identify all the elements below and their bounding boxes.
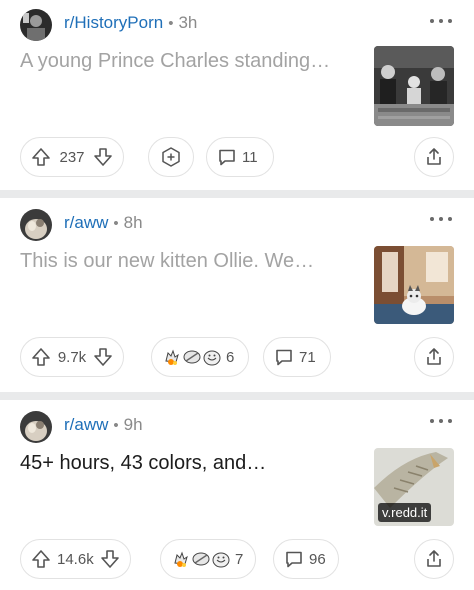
post-card[interactable]: r/aww • 9h 45+ hours, 43 colors, and… v.…: [0, 400, 474, 590]
upvote-icon[interactable]: [31, 549, 51, 569]
post-meta: r/aww • 9h: [64, 412, 143, 438]
post-title[interactable]: 45+ hours, 43 colors, and…: [20, 450, 266, 476]
more-options-icon[interactable]: [430, 16, 452, 26]
vote-count: 237: [59, 148, 85, 166]
post-meta: r/aww • 8h: [64, 210, 143, 236]
downvote-icon[interactable]: [93, 147, 113, 167]
post-thumbnail[interactable]: [374, 246, 454, 324]
subreddit-link[interactable]: r/aww: [64, 213, 108, 233]
more-options-icon[interactable]: [430, 416, 452, 426]
upvote-icon[interactable]: [31, 147, 51, 167]
meta-separator: •: [168, 14, 174, 32]
share-icon: [427, 148, 441, 165]
meta-separator: •: [113, 416, 119, 434]
award-icons: [162, 347, 222, 367]
post-age: 9h: [123, 415, 143, 434]
subreddit-avatar[interactable]: [20, 9, 52, 41]
awards-button[interactable]: 6: [151, 337, 249, 377]
share-button[interactable]: [414, 539, 454, 579]
comment-icon: [276, 349, 292, 366]
comment-count: 96: [309, 550, 326, 568]
post-divider: [0, 190, 474, 198]
post-age: 8h: [123, 213, 143, 232]
meta-separator: •: [113, 214, 119, 232]
post-thumbnail[interactable]: [374, 46, 454, 126]
awards-button[interactable]: 7: [160, 539, 256, 579]
wholesome-award-icon: [174, 551, 188, 567]
downvote-icon[interactable]: [93, 347, 113, 367]
subreddit-link[interactable]: r/aww: [64, 415, 108, 435]
silver-award-icon: [192, 552, 210, 566]
downvote-icon[interactable]: [100, 549, 120, 569]
award-icons: [171, 549, 231, 569]
share-button[interactable]: [414, 137, 454, 177]
more-options-icon[interactable]: [430, 214, 452, 224]
upvote-icon[interactable]: [31, 347, 51, 367]
post-divider: [0, 392, 474, 400]
comment-icon: [219, 149, 235, 166]
comment-count: 71: [299, 348, 316, 366]
vote-count: 14.6k: [57, 550, 94, 568]
share-button[interactable]: [414, 337, 454, 377]
helpful-award-icon: [212, 552, 230, 568]
share-icon: [427, 550, 441, 567]
subreddit-avatar[interactable]: [20, 411, 52, 443]
comments-button[interactable]: 71: [263, 337, 331, 377]
awards-count: 7: [235, 550, 244, 568]
post-card[interactable]: r/aww • 8h This is our new kitten Ollie.…: [0, 198, 474, 392]
vote-control: 14.6k: [20, 539, 131, 579]
silver-award-icon: [183, 350, 201, 364]
comments-button[interactable]: 96: [273, 539, 339, 579]
helpful-award-icon: [203, 350, 221, 366]
subreddit-avatar[interactable]: [20, 209, 52, 241]
vote-control: 237: [20, 137, 124, 177]
award-button[interactable]: [148, 137, 194, 177]
post-card[interactable]: r/HistoryPorn • 3h A young Prince Charle…: [0, 0, 474, 190]
comment-count: 11: [242, 148, 258, 166]
vote-count: 9.7k: [57, 348, 87, 366]
subreddit-link[interactable]: r/HistoryPorn: [64, 13, 163, 33]
post-title[interactable]: This is our new kitten Ollie. We…: [20, 248, 314, 274]
comment-icon: [286, 551, 302, 568]
post-title[interactable]: A young Prince Charles standing…: [20, 48, 330, 74]
post-thumbnail[interactable]: v.redd.it: [374, 448, 454, 526]
vote-control: 9.7k: [20, 337, 124, 377]
award-plus-icon: [162, 147, 180, 167]
share-icon: [427, 348, 441, 365]
wholesome-award-icon: [165, 349, 179, 365]
awards-count: 6: [226, 348, 235, 366]
comments-button[interactable]: 11: [206, 137, 274, 177]
thumbnail-domain: v.redd.it: [378, 503, 432, 522]
post-meta: r/HistoryPorn • 3h: [64, 10, 197, 36]
post-age: 3h: [178, 13, 198, 32]
